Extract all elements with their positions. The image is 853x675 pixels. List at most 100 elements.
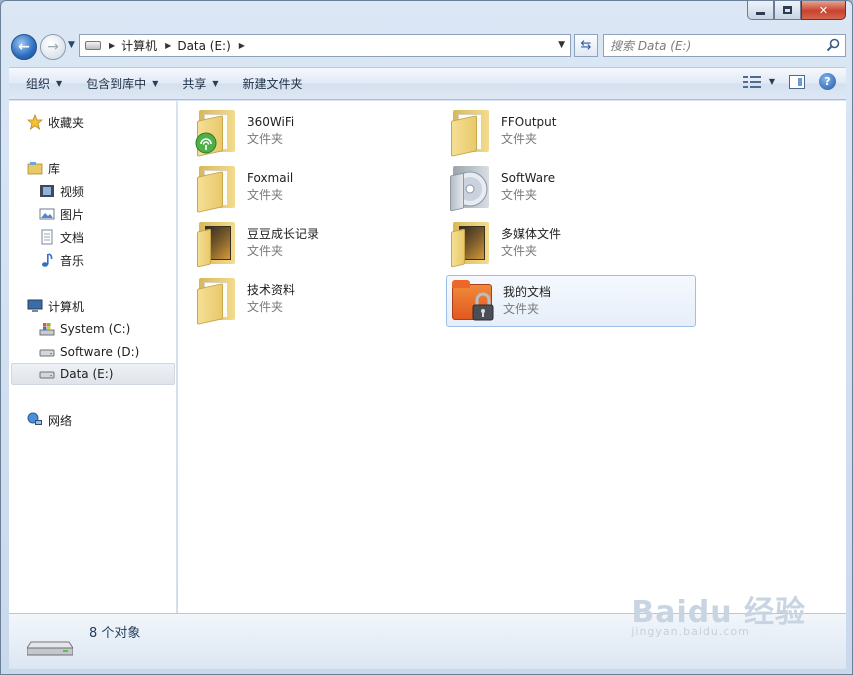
locked-folder-icon: [449, 276, 497, 324]
file-name: SoftWare: [501, 171, 556, 185]
file-type: 文件夹: [247, 244, 284, 258]
navigation-pane: 收藏夹 库 视频 图片 文档 音乐 计算机 System (C:) Softwa…: [9, 101, 177, 613]
explorer-window: ✕ ← → ▼ ▶ 计算机 ▶ Data (E:) ▶ ▼ ⇆ 组织 ▼: [0, 0, 853, 675]
file-name: FFOutput: [501, 115, 557, 129]
wifi-folder-icon: [193, 106, 241, 157]
view-options-icon: [742, 75, 761, 89]
sidebar-item-favorites[interactable]: 收藏夹: [27, 111, 193, 133]
sidebar-item-network[interactable]: 网络: [27, 409, 193, 431]
sidebar-item-computer[interactable]: 计算机: [27, 295, 193, 317]
star-icon: [27, 114, 43, 130]
sidebar-item-libraries[interactable]: 库: [27, 157, 193, 179]
forward-button[interactable]: →: [40, 34, 66, 60]
baidu-watermark: Baidu 经验 jingyan.baidu.com: [631, 587, 806, 638]
drive-icon: [39, 371, 55, 379]
organize-button[interactable]: 组织 ▼: [17, 72, 71, 96]
refresh-icon: ⇆: [580, 38, 592, 53]
drive-icon: [85, 41, 101, 50]
change-view-button[interactable]: ▼: [742, 75, 775, 89]
document-icon: [41, 229, 53, 245]
breadcrumb-separator-icon[interactable]: ▶: [239, 41, 245, 50]
network-icon: [27, 412, 42, 425]
video-icon: [40, 185, 54, 197]
organize-label: 组织: [26, 77, 51, 91]
picture-icon: [39, 208, 55, 220]
sidebar-label: 计算机: [48, 299, 85, 314]
breadcrumb-data-drive[interactable]: Data (E:): [177, 39, 230, 53]
sidebar-label: 图片: [60, 207, 85, 222]
drive-icon: [27, 641, 73, 656]
navigation-row: ← → ▼ ▶ 计算机 ▶ Data (E:) ▶ ▼ ⇆: [9, 31, 846, 61]
file-type: 文件夹: [503, 302, 540, 316]
caption-buttons: ✕: [747, 1, 846, 20]
folder-item-multimedia[interactable]: 多媒体文件 文件夹: [447, 218, 697, 270]
folder-icon: [447, 106, 495, 157]
file-name: 豆豆成长记录: [247, 227, 320, 241]
folder-item-software[interactable]: SoftWare 文件夹: [447, 162, 697, 214]
folder-item-tech-docs[interactable]: 技术资料 文件夹: [193, 274, 443, 326]
sidebar-item-data-drive[interactable]: Data (E:): [11, 363, 175, 385]
file-type: 文件夹: [501, 244, 538, 258]
file-type: 文件夹: [247, 188, 284, 202]
minimize-button[interactable]: [747, 1, 774, 20]
folder-item-ffoutput[interactable]: FFOutput 文件夹: [447, 106, 697, 158]
sidebar-label: 网络: [48, 413, 73, 428]
new-folder-label: 新建文件夹: [242, 77, 303, 91]
watermark-sub: jingyan.baidu.com: [631, 625, 750, 638]
close-icon: ✕: [818, 3, 829, 17]
file-type: 文件夹: [247, 300, 284, 314]
file-list: 360WiFi 文件夹 FFOutput 文件夹 Foxmail 文件夹 Sof…: [178, 101, 846, 613]
folder-item-360wifi[interactable]: 360WiFi 文件夹: [193, 106, 443, 158]
maximize-button[interactable]: [774, 1, 801, 20]
file-type: 文件夹: [501, 132, 538, 146]
minimize-icon: [756, 11, 765, 15]
chevron-down-icon: ▼: [768, 77, 775, 86]
toolbar-right-group: ▼ ?: [742, 73, 836, 90]
forward-arrow-icon: →: [47, 39, 59, 55]
file-name: 技术资料: [247, 283, 296, 297]
search-box[interactable]: [603, 34, 846, 57]
breadcrumb-computer[interactable]: 计算机: [121, 37, 157, 54]
file-name: 我的文档: [503, 285, 552, 299]
sidebar-label: 文档: [60, 230, 85, 245]
sidebar-label: 收藏夹: [48, 115, 85, 130]
recent-pages-button[interactable]: ▼: [68, 40, 75, 50]
new-folder-button[interactable]: 新建文件夹: [234, 72, 312, 96]
chevron-down-icon: ▼: [212, 79, 219, 88]
file-name: 360WiFi: [247, 115, 295, 129]
breadcrumb-separator-icon[interactable]: ▶: [109, 41, 115, 50]
search-icon[interactable]: [826, 38, 840, 52]
breadcrumb-separator-icon[interactable]: ▶: [165, 41, 171, 50]
folder-item-my-documents[interactable]: 我的文档 文件夹: [446, 275, 696, 327]
command-bar: 组织 ▼ 包含到库中 ▼ 共享 ▼ 新建文件夹 ▼ ?: [9, 67, 846, 100]
back-button[interactable]: ←: [11, 34, 37, 60]
sidebar-label: 视频: [60, 184, 85, 199]
sidebar-label: Data (E:): [60, 367, 114, 381]
computer-icon: [27, 299, 43, 312]
chevron-down-icon: ▼: [68, 40, 75, 50]
chevron-down-icon: ▼: [152, 79, 159, 88]
back-arrow-icon: ←: [18, 39, 30, 55]
system-drive-icon: [39, 323, 55, 336]
address-dropdown-icon[interactable]: ▼: [558, 40, 565, 50]
folder-icon: [193, 274, 241, 325]
media-folder-icon: [193, 218, 241, 268]
help-icon[interactable]: ?: [819, 73, 836, 90]
media-folder-icon: [447, 218, 495, 268]
include-in-library-button[interactable]: 包含到库中 ▼: [77, 72, 167, 96]
file-type: 文件夹: [247, 132, 284, 146]
folder-item-foxmail[interactable]: Foxmail 文件夹: [193, 162, 443, 214]
close-button[interactable]: ✕: [801, 1, 846, 20]
folder-item-doudou-growth[interactable]: 豆豆成长记录 文件夹: [193, 218, 443, 270]
address-bar[interactable]: ▶ 计算机 ▶ Data (E:) ▶ ▼: [79, 34, 571, 57]
preview-pane-icon[interactable]: [789, 74, 805, 89]
cd-folder-icon: [447, 162, 495, 212]
search-input[interactable]: [610, 38, 820, 53]
chevron-down-icon: ▼: [56, 79, 63, 88]
file-name: 多媒体文件: [501, 227, 562, 241]
share-button[interactable]: 共享 ▼: [173, 72, 227, 96]
item-count: 8 个对象: [89, 626, 141, 641]
refresh-button[interactable]: ⇆: [574, 34, 598, 57]
sidebar-label: 音乐: [60, 253, 85, 268]
library-icon: [27, 162, 43, 175]
